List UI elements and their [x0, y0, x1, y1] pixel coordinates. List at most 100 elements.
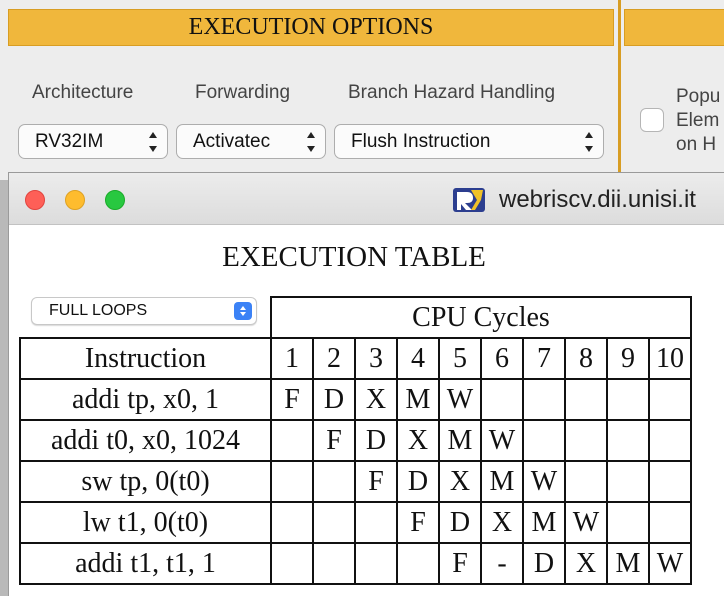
stage-cell: M [396, 378, 440, 421]
window-url: webriscv.dii.unisi.it [499, 186, 696, 213]
stage-cell: D [396, 460, 440, 503]
stage-cell: X [564, 542, 608, 585]
stage-cell [648, 460, 692, 503]
instruction-column-header: Instruction [19, 337, 272, 380]
instruction-cell: addi t1, t1, 1 [19, 542, 272, 585]
table-row: addi t1, t1, 1 F-DXMW [19, 542, 692, 585]
execution-table-title: EXECUTION TABLE [222, 241, 486, 273]
cycle-number-header: 8 [564, 337, 608, 380]
populate-label-line2: Elem [676, 110, 720, 131]
architecture-select[interactable]: RV32IM [18, 124, 168, 159]
stage-cell [648, 378, 692, 421]
cycle-number-header: 10 [648, 337, 692, 380]
populate-checkbox[interactable] [640, 108, 664, 132]
stage-cell: F [270, 378, 314, 421]
stage-cell [564, 460, 608, 503]
stage-cell: D [438, 501, 482, 544]
forwarding-label: Forwarding [195, 82, 291, 103]
panel-divider [618, 0, 621, 180]
stage-cell: W [438, 378, 482, 421]
table-corner [20, 297, 271, 338]
stage-cell [648, 419, 692, 462]
instruction-cell: sw tp, 0(t0) [19, 460, 272, 503]
architecture-value: RV32IM [35, 130, 104, 152]
stage-cell: M [606, 542, 650, 585]
stage-cell [354, 542, 398, 585]
secondary-panel-header [624, 9, 724, 46]
stage-cell: X [438, 460, 482, 503]
stage-cell: X [396, 419, 440, 462]
stage-cell: X [480, 501, 524, 544]
branch-hazard-select[interactable]: Flush Instruction [334, 124, 604, 159]
stage-cell: W [480, 419, 524, 462]
window-content: EXECUTION TABLE FULL LOOPS CPU Cycles In… [9, 225, 724, 596]
instruction-cell: lw t1, 0(t0) [19, 501, 272, 544]
table-row: addi t0, x0, 1024 F D X M W [19, 419, 692, 462]
architecture-label: Architecture [32, 82, 134, 103]
stage-cell [606, 501, 650, 544]
stage-cell [480, 378, 524, 421]
cycle-number-header: 6 [480, 337, 524, 380]
stage-cell: F [354, 460, 398, 503]
webriscv-logo-icon [453, 188, 485, 212]
execution-table-window: webriscv.dii.unisi.it EXECUTION TABLE FU… [8, 172, 724, 596]
cycle-number-header: 3 [354, 337, 398, 380]
cycle-number-header: 4 [396, 337, 440, 380]
forwarding-value: Activatec [193, 130, 271, 152]
cycle-number-header: 1 [270, 337, 314, 380]
stage-cell [270, 542, 314, 585]
table-row: sw tp, 0(t0) F D X M W [19, 460, 692, 503]
select-arrows-icon [306, 132, 316, 152]
stage-cell: X [354, 378, 398, 421]
instruction-cell: addi tp, x0, 1 [19, 378, 272, 421]
cycle-number-header: 7 [522, 337, 566, 380]
execution-options-panel: EXECUTION OPTIONS Architecture Forwardin… [0, 0, 724, 180]
cpu-cycles-header-row: CPU Cycles [20, 296, 692, 339]
window-titlebar[interactable]: webriscv.dii.unisi.it [9, 173, 724, 225]
stage-cell [270, 501, 314, 544]
table-row: addi tp, x0, 1FDXMW [19, 378, 692, 421]
stage-cell [648, 501, 692, 544]
stage-cell [522, 419, 566, 462]
cycle-number-header: 5 [438, 337, 482, 380]
stage-cell: - [480, 542, 524, 585]
execution-options-header: EXECUTION OPTIONS [8, 9, 614, 46]
close-window-button[interactable] [25, 190, 45, 210]
stage-cell [564, 419, 608, 462]
stage-cell [522, 378, 566, 421]
cycle-number-header: 2 [312, 337, 356, 380]
stage-cell [606, 378, 650, 421]
instruction-cell: addi t0, x0, 1024 [19, 419, 272, 462]
branch-hazard-value: Flush Instruction [351, 130, 491, 152]
cycle-number-header: 9 [606, 337, 650, 380]
table-row: lw t1, 0(t0) F D X M W [19, 501, 692, 544]
stage-cell [312, 460, 356, 503]
stage-cell: D [354, 419, 398, 462]
stage-cell: F [396, 501, 440, 544]
stage-cell: M [522, 501, 566, 544]
stage-cell: F [312, 419, 356, 462]
minimize-window-button[interactable] [65, 190, 85, 210]
cycle-number-row: Instruction 1 2 3 4 5 6 7 8 9 10 [19, 337, 692, 380]
branch-hazard-label: Branch Hazard Handling [348, 82, 556, 103]
select-arrows-icon [148, 132, 158, 152]
stage-cell: F [438, 542, 482, 585]
zoom-window-button[interactable] [105, 190, 125, 210]
stage-cell: W [564, 501, 608, 544]
stage-cell: W [522, 460, 566, 503]
stage-cell [564, 378, 608, 421]
stage-cell: W [648, 542, 692, 585]
cpu-cycles-header: CPU Cycles [270, 296, 692, 339]
stage-cell: D [312, 378, 356, 421]
populate-label-line1: Popu [676, 86, 721, 107]
stage-cell [270, 419, 314, 462]
populate-label-line3: on H [676, 134, 717, 155]
stage-cell: D [522, 542, 566, 585]
stage-cell [312, 542, 356, 585]
select-arrows-icon [584, 132, 594, 152]
stage-cell: M [480, 460, 524, 503]
stage-cell [354, 501, 398, 544]
stage-cell [312, 501, 356, 544]
stage-cell: M [438, 419, 482, 462]
forwarding-select[interactable]: Activatec [176, 124, 326, 159]
